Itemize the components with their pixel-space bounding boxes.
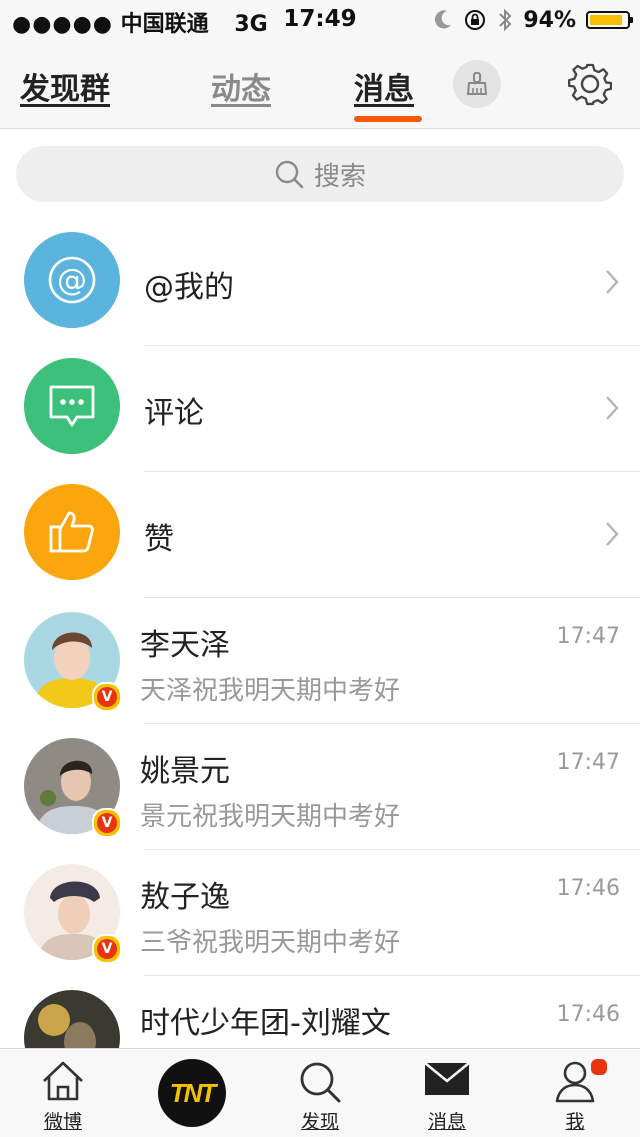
bottom-tab-bar: 微博 TNT 发现 消息 我 [0,1048,640,1137]
comments-icon-circle [24,358,120,454]
rotation-lock-icon [465,10,486,30]
avatar[interactable]: V [24,864,122,964]
tab-messages-label: 消息 [427,1111,466,1133]
home-icon [43,1061,83,1101]
contact-name: 时代少年团-刘耀文 [140,1006,391,1041]
likes-icon-circle [24,484,120,580]
avatar[interactable]: V [24,612,122,712]
message-list: @ @我的 评论 赞 V 李天泽 天泽祝我明天期中考好 17:47 V 姚景元 … [0,220,640,1102]
tab-messages-bottom[interactable]: 消息 [392,1049,502,1137]
contact-name: 敖子逸 [140,880,230,915]
top-navigation: 发现群 动态 消息 [0,40,640,129]
chevron-right-icon [606,270,619,294]
verified-badge: V [92,808,122,838]
list-item-comments[interactable]: 评论 [0,346,640,472]
status-icons: 94% [433,6,633,34]
message-time: 17:46 [556,1002,620,1027]
bluetooth-icon [499,8,512,32]
message-preview: 天泽祝我明天期中考好 [140,676,401,706]
verified-badge: V [92,682,122,712]
search-bar[interactable]: 搜索 [16,146,624,202]
search-icon [300,1062,341,1103]
tab-profile[interactable]: 我 [520,1049,630,1137]
at-icon: @ [48,256,96,304]
message-time: 17:46 [556,876,620,901]
conversation-row[interactable]: V 敖子逸 三爷祝我明天期中考好 17:46 [0,850,640,976]
comments-label: 评论 [144,396,204,431]
conversation-row[interactable]: V 姚景元 景元祝我明天期中考好 17:47 [0,724,640,850]
comment-icon [49,385,95,427]
mentions-icon-circle: @ [24,232,120,328]
tab-messages[interactable]: 消息 [354,64,414,108]
verified-badge: V [92,934,122,964]
svg-text:@: @ [57,263,87,298]
message-time: 17:47 [556,750,620,775]
mail-icon [424,1061,470,1095]
likes-label: 赞 [144,522,174,557]
search-placeholder: 搜索 [313,161,366,192]
notification-dot [589,1057,609,1077]
message-preview: 三爷祝我明天期中考好 [140,928,401,958]
mentions-label: @我的 [144,270,234,305]
message-preview: 景元祝我明天期中考好 [140,802,401,832]
logo-text: TNT [169,1077,217,1108]
tnt-logo[interactable]: TNT [158,1059,226,1127]
contact-name: 姚景元 [140,754,230,789]
status-bar: ●●●●● 中国联通 3G 17:49 94% [0,0,640,40]
tab-discover-label: 发现 [300,1111,339,1133]
tab-home[interactable]: 微博 [8,1049,118,1137]
tab-feed[interactable]: 动态 [211,64,271,108]
avatar[interactable]: V [24,738,122,838]
broom-icon [466,72,488,95]
search-icon [275,160,304,189]
chevron-right-icon [606,396,619,420]
battery-percent: 94% [523,7,576,33]
chevron-right-icon [606,522,619,546]
battery-icon [586,11,633,29]
gear-icon [568,63,612,106]
list-item-mentions[interactable]: @ @我的 [0,220,640,346]
tab-discover-groups[interactable]: 发现群 [20,64,110,108]
active-tab-indicator [354,116,422,122]
contact-name: 李天泽 [140,628,230,663]
conversation-row[interactable]: V 李天泽 天泽祝我明天期中考好 17:47 [0,598,640,724]
message-time: 17:47 [556,624,620,649]
moon-icon [435,10,452,29]
clear-unread-button[interactable] [453,60,501,108]
tab-profile-label: 我 [565,1111,585,1133]
list-item-likes[interactable]: 赞 [0,472,640,598]
tab-home-label: 微博 [43,1111,82,1133]
thumbs-up-icon [49,511,94,553]
tab-discover[interactable]: 发现 [265,1049,375,1137]
settings-button[interactable] [566,60,614,108]
